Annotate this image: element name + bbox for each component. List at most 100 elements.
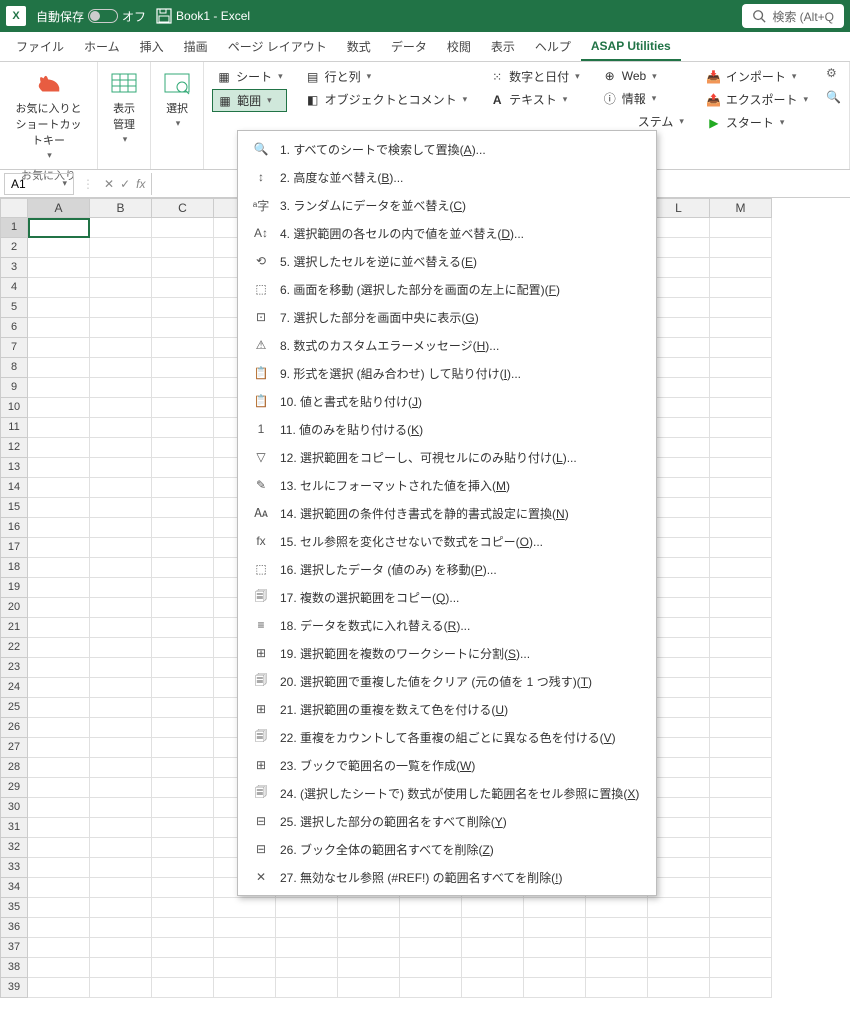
enter-icon[interactable]: ✓: [120, 177, 130, 191]
row-header[interactable]: 21: [0, 618, 28, 638]
cell[interactable]: [710, 938, 772, 958]
menu-item-25[interactable]: ⊟25. 選択した部分の範囲名をすべて削除(Y): [238, 807, 656, 835]
row-header[interactable]: 38: [0, 958, 28, 978]
cell[interactable]: [90, 378, 152, 398]
row-header[interactable]: 4: [0, 278, 28, 298]
row-header[interactable]: 34: [0, 878, 28, 898]
cell[interactable]: [710, 298, 772, 318]
autosave-toggle[interactable]: 自動保存 オフ: [36, 8, 146, 25]
cell[interactable]: [648, 418, 710, 438]
row-header[interactable]: 5: [0, 298, 28, 318]
cell[interactable]: [90, 318, 152, 338]
cell[interactable]: [648, 758, 710, 778]
cell[interactable]: [152, 358, 214, 378]
cell[interactable]: [462, 938, 524, 958]
menu-item-24[interactable]: 🗐24. (選択したシートで) 数式が使用した範囲名をセル参照に置換(X): [238, 779, 656, 807]
row-header[interactable]: 3: [0, 258, 28, 278]
cell[interactable]: [648, 398, 710, 418]
cell[interactable]: [710, 838, 772, 858]
cell[interactable]: [648, 918, 710, 938]
cell[interactable]: [152, 878, 214, 898]
cell[interactable]: [710, 318, 772, 338]
cell[interactable]: [648, 658, 710, 678]
menu-item-23[interactable]: ⊞23. ブックで範囲名の一覧を作成(W): [238, 751, 656, 779]
cell[interactable]: [648, 578, 710, 598]
row-header[interactable]: 26: [0, 718, 28, 738]
cell[interactable]: [90, 258, 152, 278]
cell[interactable]: [524, 918, 586, 938]
row-header[interactable]: 20: [0, 598, 28, 618]
cell[interactable]: [710, 458, 772, 478]
cell[interactable]: [28, 958, 90, 978]
tab-挿入[interactable]: 挿入: [130, 32, 174, 61]
cell[interactable]: [152, 498, 214, 518]
cell[interactable]: [276, 938, 338, 958]
cell[interactable]: [90, 898, 152, 918]
cell[interactable]: [710, 978, 772, 998]
cell[interactable]: [90, 758, 152, 778]
cell[interactable]: [28, 458, 90, 478]
cell[interactable]: [28, 738, 90, 758]
menu-item-14[interactable]: 🗛14. 選択範囲の条件付き書式を静的書式設定に置換(N): [238, 499, 656, 527]
start-button[interactable]: ▶スタート▾: [702, 112, 812, 133]
tab-数式[interactable]: 数式: [337, 32, 381, 61]
cell[interactable]: [152, 958, 214, 978]
tab-ASAP Utilities[interactable]: ASAP Utilities: [581, 33, 681, 61]
cell[interactable]: [90, 978, 152, 998]
cell[interactable]: [648, 458, 710, 478]
tab-データ[interactable]: データ: [381, 32, 437, 61]
cell[interactable]: [152, 518, 214, 538]
cell[interactable]: [28, 378, 90, 398]
cell[interactable]: [586, 918, 648, 938]
row-header[interactable]: 15: [0, 498, 28, 518]
cell[interactable]: [710, 438, 772, 458]
row-header[interactable]: 22: [0, 638, 28, 658]
cell[interactable]: [28, 218, 90, 238]
row-header[interactable]: 36: [0, 918, 28, 938]
row-header[interactable]: 2: [0, 238, 28, 258]
cell[interactable]: [28, 938, 90, 958]
view-manage-button[interactable]: 表示 管理 ▾: [106, 66, 142, 149]
cell[interactable]: [28, 498, 90, 518]
row-header[interactable]: 17: [0, 538, 28, 558]
cell[interactable]: [152, 218, 214, 238]
cell[interactable]: [710, 918, 772, 938]
cell[interactable]: [648, 598, 710, 618]
tab-ヘルプ[interactable]: ヘルプ: [525, 32, 581, 61]
cell[interactable]: [710, 738, 772, 758]
tab-ホーム[interactable]: ホーム: [74, 32, 130, 61]
cell[interactable]: [648, 298, 710, 318]
row-header[interactable]: 24: [0, 678, 28, 698]
cell[interactable]: [214, 958, 276, 978]
cell[interactable]: [400, 898, 462, 918]
cell[interactable]: [152, 858, 214, 878]
cell[interactable]: [28, 338, 90, 358]
cell[interactable]: [586, 978, 648, 998]
row-header[interactable]: 9: [0, 378, 28, 398]
cell[interactable]: [28, 678, 90, 698]
cell[interactable]: [28, 518, 90, 538]
cell[interactable]: [28, 698, 90, 718]
cell[interactable]: [152, 898, 214, 918]
cell[interactable]: [90, 918, 152, 938]
cell[interactable]: [152, 918, 214, 938]
cell[interactable]: [648, 638, 710, 658]
cell[interactable]: [648, 218, 710, 238]
cell[interactable]: [90, 778, 152, 798]
row-header[interactable]: 7: [0, 338, 28, 358]
cell[interactable]: [152, 278, 214, 298]
cell[interactable]: [90, 578, 152, 598]
cell[interactable]: [90, 418, 152, 438]
cell[interactable]: [276, 898, 338, 918]
cell[interactable]: [710, 678, 772, 698]
row-header[interactable]: 14: [0, 478, 28, 498]
cell[interactable]: [28, 718, 90, 738]
cell[interactable]: [90, 518, 152, 538]
cell[interactable]: [90, 538, 152, 558]
cell[interactable]: [338, 938, 400, 958]
column-header[interactable]: M: [710, 198, 772, 218]
cell[interactable]: [648, 518, 710, 538]
cell[interactable]: [28, 898, 90, 918]
cell[interactable]: [648, 618, 710, 638]
cell[interactable]: [710, 958, 772, 978]
